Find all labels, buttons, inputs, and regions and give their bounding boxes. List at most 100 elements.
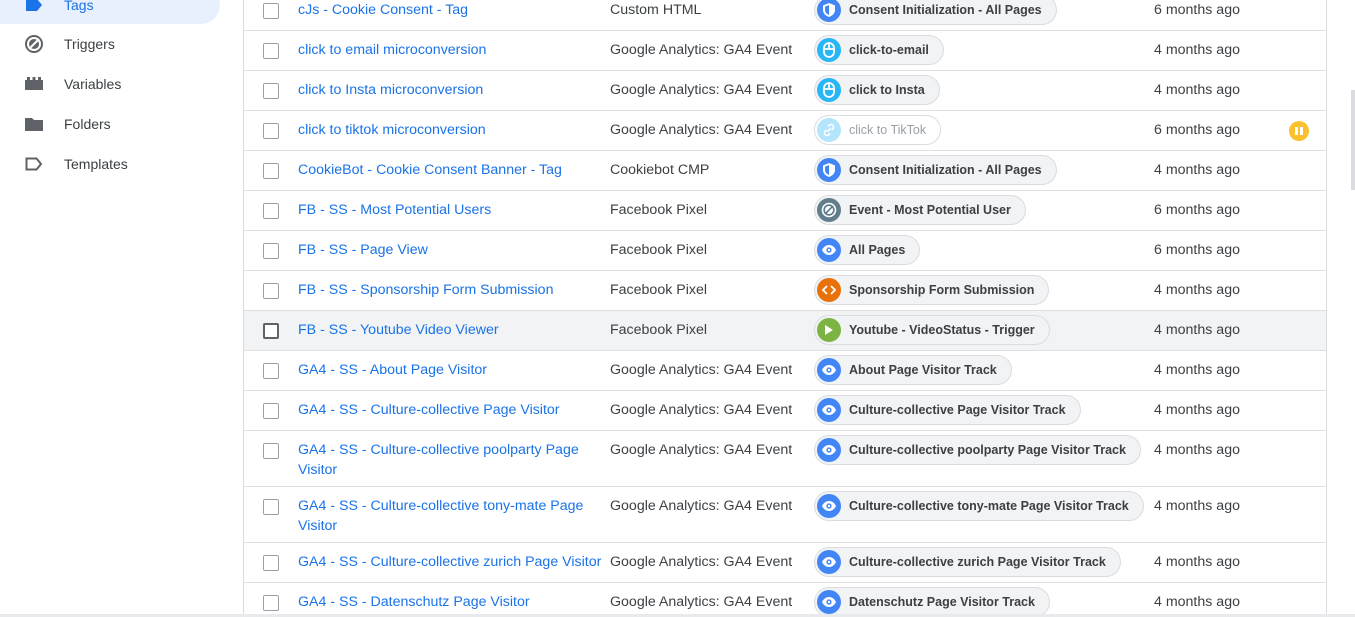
trigger-chip[interactable]: About Page Visitor Track — [814, 355, 1012, 385]
trigger-chip[interactable]: Datenschutz Page Visitor Track — [814, 587, 1050, 617]
tag-name-link[interactable]: click to email microconversion — [298, 31, 610, 60]
trigger-chip[interactable]: Culture-collective Page Visitor Track — [814, 395, 1081, 425]
sidebar-item-folders[interactable]: Folders — [0, 105, 220, 143]
tag-name-link[interactable]: GA4 - SS - Culture-collective Page Visit… — [298, 391, 610, 420]
table-row[interactable]: click to email microconversion Google An… — [244, 31, 1326, 71]
tag-name-link[interactable]: FB - SS - Page View — [298, 231, 610, 260]
tag-name-link[interactable]: click to Insta microconversion — [298, 71, 610, 100]
tag-type: Facebook Pixel — [610, 202, 707, 218]
table-row[interactable]: GA4 - SS - About Page Visitor Google Ana… — [244, 351, 1326, 391]
tag-name-link[interactable]: GA4 - SS - Culture-collective tony-mate … — [298, 487, 610, 536]
table-row[interactable]: GA4 - SS - Culture-collective tony-mate … — [244, 487, 1326, 543]
tag-name-link[interactable]: GA4 - SS - Culture-collective poolparty … — [298, 431, 610, 480]
trigger-chip[interactable]: Consent Initialization - All Pages — [814, 0, 1057, 25]
firing-trigger-cell: click to Insta — [814, 71, 1154, 105]
table-row[interactable]: GA4 - SS - Culture-collective zurich Pag… — [244, 543, 1326, 583]
last-edited: 4 months ago — [1154, 442, 1240, 458]
tag-name-link[interactable]: FB - SS - Youtube Video Viewer — [298, 311, 610, 340]
trigger-chip[interactable]: Youtube - VideoStatus - Trigger — [814, 315, 1050, 345]
trigger-chip[interactable]: click to TikTok — [814, 115, 942, 145]
row-checkbox[interactable] — [263, 283, 279, 299]
row-checkbox[interactable] — [263, 363, 279, 379]
status-cell — [1274, 111, 1324, 141]
trigger-chip[interactable]: Sponsorship Form Submission — [814, 275, 1050, 305]
table-row[interactable]: click to tiktok microconversion Google A… — [244, 111, 1326, 151]
tag-type: Google Analytics: GA4 Event — [610, 498, 793, 514]
paused-icon[interactable] — [1289, 121, 1309, 141]
sidebar-item-variables[interactable]: Variables — [0, 65, 220, 103]
table-row[interactable]: CookieBot - Cookie Consent Banner - Tag … — [244, 151, 1326, 191]
row-checkbox[interactable] — [263, 499, 279, 515]
row-checkbox[interactable] — [263, 43, 279, 59]
sidebar-item-label: Templates — [64, 156, 128, 172]
row-checkbox-cell — [244, 191, 298, 219]
tag-name-link[interactable]: GA4 - SS - Datenschutz Page Visitor — [298, 583, 610, 612]
last-edited: 4 months ago — [1154, 498, 1240, 514]
table-row[interactable]: GA4 - SS - Datenschutz Page Visitor Goog… — [244, 583, 1326, 617]
status-cell — [1274, 311, 1324, 321]
tag-icon — [24, 0, 44, 15]
firing-trigger-cell: Culture-collective Page Visitor Track — [814, 391, 1154, 425]
trigger-chip[interactable]: Culture-collective zurich Page Visitor T… — [814, 547, 1121, 577]
firing-trigger-cell: click-to-email — [814, 31, 1154, 65]
tag-name-link[interactable]: GA4 - SS - About Page Visitor — [298, 351, 610, 380]
eye-icon — [817, 494, 841, 518]
tag-type: Google Analytics: GA4 Event — [610, 554, 793, 570]
scrollbar[interactable] — [1351, 90, 1355, 190]
row-checkbox[interactable] — [263, 203, 279, 219]
eye-icon — [817, 550, 841, 574]
trigger-chip[interactable]: Culture-collective poolparty Page Visito… — [814, 435, 1141, 465]
sidebar-item-triggers[interactable]: Triggers — [0, 25, 220, 63]
sidebar-item-label: Folders — [64, 116, 111, 132]
tag-name-link[interactable]: GA4 - SS - Culture-collective zurich Pag… — [298, 543, 610, 572]
tag-name-link[interactable]: cJs - Cookie Consent - Tag — [298, 0, 610, 20]
table-row[interactable]: FB - SS - Page View Facebook Pixel All P… — [244, 231, 1326, 271]
trigger-chip[interactable]: Consent Initialization - All Pages — [814, 155, 1057, 185]
row-checkbox[interactable] — [263, 323, 279, 339]
trigger-chip[interactable]: All Pages — [814, 235, 921, 265]
status-cell — [1274, 583, 1324, 593]
tag-type: Google Analytics: GA4 Event — [610, 42, 793, 58]
trigger-chip[interactable]: click-to-email — [814, 35, 944, 65]
tag-type: Facebook Pixel — [610, 282, 707, 298]
tag-name-link[interactable]: FB - SS - Most Potential Users — [298, 191, 610, 220]
tag-name-link[interactable]: CookieBot - Cookie Consent Banner - Tag — [298, 151, 610, 180]
trigger-chip-label: Consent Initialization - All Pages — [849, 163, 1042, 177]
table-row[interactable]: cJs - Cookie Consent - Tag Custom HTML C… — [244, 0, 1326, 31]
trigger-chip-label: Culture-collective tony-mate Page Visito… — [849, 499, 1129, 513]
form-icon — [817, 278, 841, 302]
row-checkbox-cell — [244, 583, 298, 611]
table-row[interactable]: FB - SS - Most Potential Users Facebook … — [244, 191, 1326, 231]
row-checkbox[interactable] — [263, 243, 279, 259]
row-checkbox[interactable] — [263, 3, 279, 19]
tag-name-link[interactable]: click to tiktok microconversion — [298, 111, 610, 140]
row-checkbox[interactable] — [263, 83, 279, 99]
tag-type: Cookiebot CMP — [610, 162, 710, 178]
table-row[interactable]: FB - SS - Sponsorship Form Submission Fa… — [244, 271, 1326, 311]
trigger-chip[interactable]: Event - Most Potential User — [814, 195, 1026, 225]
row-checkbox[interactable] — [263, 163, 279, 179]
status-cell — [1274, 191, 1324, 201]
row-checkbox-cell — [244, 311, 298, 339]
row-checkbox[interactable] — [263, 403, 279, 419]
firing-trigger-cell: Consent Initialization - All Pages — [814, 0, 1154, 25]
last-edited: 4 months ago — [1154, 402, 1240, 418]
trigger-chip-label: Consent Initialization - All Pages — [849, 3, 1042, 17]
trigger-chip[interactable]: click to Insta — [814, 75, 940, 105]
row-checkbox[interactable] — [263, 123, 279, 139]
tag-name-link[interactable]: FB - SS - Sponsorship Form Submission — [298, 271, 610, 300]
table-row[interactable]: GA4 - SS - Culture-collective Page Visit… — [244, 391, 1326, 431]
sidebar-item-tags[interactable]: Tags — [0, 0, 220, 24]
row-checkbox[interactable] — [263, 443, 279, 459]
table-row[interactable]: FB - SS - Youtube Video Viewer Facebook … — [244, 311, 1326, 351]
trigger-chip[interactable]: Culture-collective tony-mate Page Visito… — [814, 491, 1144, 521]
sidebar-item-templates[interactable]: Templates — [0, 145, 220, 183]
last-edited: 6 months ago — [1154, 242, 1240, 258]
row-checkbox[interactable] — [263, 595, 279, 611]
table-row[interactable]: click to Insta microconversion Google An… — [244, 71, 1326, 111]
row-checkbox-cell — [244, 351, 298, 379]
row-checkbox-cell — [244, 391, 298, 419]
firing-trigger-cell: Culture-collective poolparty Page Visito… — [814, 431, 1154, 465]
table-row[interactable]: GA4 - SS - Culture-collective poolparty … — [244, 431, 1326, 487]
row-checkbox[interactable] — [263, 555, 279, 571]
